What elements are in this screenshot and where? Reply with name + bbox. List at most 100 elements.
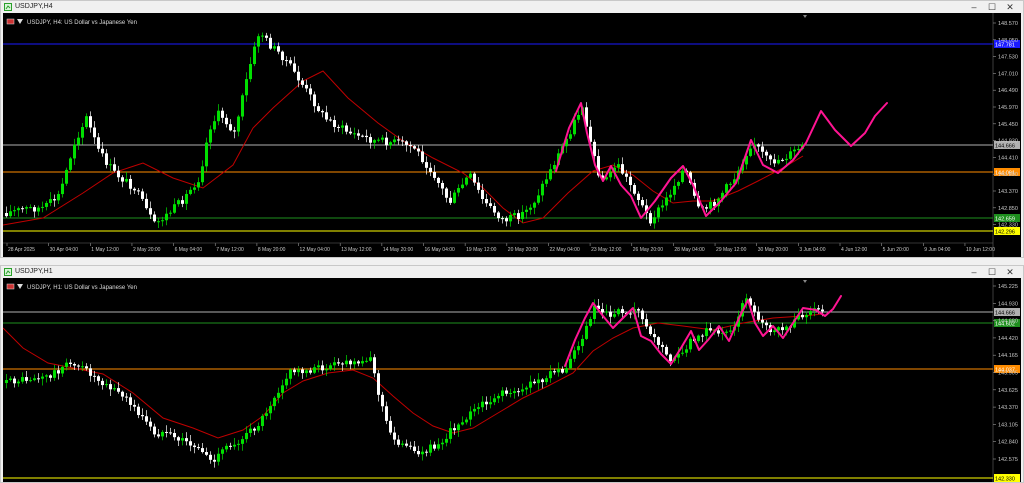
- candle-body: [293, 369, 296, 373]
- candle-body: [433, 444, 436, 449]
- candle-body: [237, 443, 240, 445]
- minimize-button[interactable]: –: [965, 1, 983, 13]
- candle-body: [669, 354, 672, 361]
- candle-body: [705, 207, 708, 209]
- candle-body: [461, 184, 464, 189]
- candle-body: [309, 370, 312, 373]
- window-title: USDJPY,H4: [15, 3, 53, 10]
- candle-body: [589, 319, 592, 326]
- candle-body: [369, 357, 372, 361]
- candle-body: [585, 325, 588, 339]
- price-tick-label: 144.410: [998, 155, 1018, 161]
- candle-body: [409, 445, 412, 447]
- price-tick-label: 145.450: [998, 122, 1018, 128]
- price-chart-h1[interactable]: USDJPY, H1: US Dollar vs Japanese Yen 144…: [3, 278, 1021, 482]
- candle-body: [313, 367, 316, 373]
- candle-body: [37, 378, 40, 380]
- candle-body: [61, 366, 64, 374]
- chart-canvas[interactable]: USDJPY, H1: US Dollar vs Japanese Yen 144…: [3, 278, 1021, 482]
- candle-body: [637, 309, 640, 311]
- candle-body: [245, 79, 248, 96]
- candle-body: [141, 191, 144, 199]
- candle-body: [53, 370, 56, 378]
- candle-body: [353, 361, 356, 365]
- candle-body: [333, 362, 336, 366]
- candle-body: [257, 426, 260, 431]
- candle-body: [57, 370, 60, 374]
- candle-body: [265, 35, 268, 38]
- chart-window-h4[interactable]: USDJPY,H4 – ☐ ✕ USDJPY, H4: US Dollar vs J…: [0, 0, 1024, 258]
- candle-body: [617, 309, 620, 315]
- candle-body: [173, 433, 176, 438]
- candle-body: [289, 369, 292, 379]
- candle-body: [657, 207, 660, 218]
- maximize-button[interactable]: ☐: [983, 1, 1001, 13]
- chart-header-text: USDJPY, H4: US Dollar vs Japanese Yen: [27, 20, 137, 26]
- candle-body: [329, 119, 332, 121]
- candle-body: [469, 173, 472, 178]
- candle-body: [381, 394, 384, 407]
- candle-body: [129, 178, 132, 189]
- price-tick-label: 143.890: [998, 172, 1018, 178]
- candle-body: [629, 176, 632, 186]
- close-button[interactable]: ✕: [1001, 1, 1019, 13]
- maximize-button[interactable]: ☐: [983, 266, 1001, 278]
- chart-canvas[interactable]: USDJPY, H4: US Dollar vs Japanese Yen 147…: [3, 13, 1021, 257]
- window-titlebar[interactable]: USDJPY,H4 – ☐ ✕: [1, 1, 1023, 13]
- candle-body: [177, 437, 180, 441]
- window-titlebar[interactable]: USDJPY,H1 – ☐ ✕: [1, 266, 1023, 278]
- candle-body: [453, 428, 456, 431]
- candle-body: [217, 110, 220, 122]
- price-tick-label: 144.420: [998, 336, 1018, 342]
- time-tick-label: 1 May 12:00: [91, 247, 119, 253]
- price-level-label: 142.659: [995, 217, 1015, 223]
- candle-body: [513, 391, 516, 394]
- candle-body: [93, 375, 96, 377]
- price-tick-label: 144.165: [998, 353, 1018, 359]
- candle-body: [329, 365, 332, 370]
- candle-body: [253, 428, 256, 431]
- candle-body: [141, 415, 144, 417]
- time-tick-label: 20 May 20:00: [508, 247, 539, 253]
- candle-body: [401, 443, 404, 445]
- candle-body: [473, 173, 476, 183]
- candle-body: [285, 60, 288, 62]
- candle-body: [77, 365, 80, 367]
- chart-window-h1[interactable]: USDJPY,H1 – ☐ ✕ USDJPY, H1: US Dollar vs J…: [0, 265, 1024, 483]
- candle-body: [321, 365, 324, 371]
- candle-body: [69, 158, 72, 170]
- candle-body: [149, 421, 152, 427]
- candle-body: [29, 207, 32, 209]
- flag-icon: [6, 283, 15, 290]
- candle-body: [429, 444, 432, 453]
- candle-body: [185, 193, 188, 204]
- candle-body: [305, 84, 308, 89]
- candle-body: [45, 375, 48, 377]
- candle-body: [777, 159, 780, 164]
- candle-body: [25, 207, 28, 209]
- time-tick-label: 5 Jun 20:00: [883, 247, 909, 253]
- minimize-button[interactable]: –: [965, 266, 983, 278]
- price-chart-h4[interactable]: USDJPY, H4: US Dollar vs Japanese Yen 147…: [3, 13, 1021, 257]
- candle-body: [145, 198, 148, 209]
- price-tick-label: 143.105: [998, 422, 1018, 428]
- candle-body: [133, 188, 136, 191]
- close-button[interactable]: ✕: [1001, 266, 1019, 278]
- candle-body: [689, 338, 692, 350]
- price-tick-label: 143.370: [998, 189, 1018, 195]
- candle-body: [649, 326, 652, 335]
- price-tick-label: 142.840: [998, 440, 1018, 446]
- candle-body: [765, 322, 768, 326]
- candle-body: [669, 194, 672, 198]
- price-tick-label: 144.930: [998, 139, 1018, 145]
- price-level-label: 142.296: [995, 230, 1015, 236]
- candle-body: [69, 362, 72, 364]
- price-tick-label: 147.010: [998, 71, 1018, 77]
- candle-body: [709, 201, 712, 209]
- candle-body: [789, 151, 792, 159]
- candle-body: [281, 51, 284, 61]
- candle-body: [9, 211, 12, 217]
- candle-body: [229, 124, 232, 131]
- candle-body: [189, 441, 192, 446]
- candle-body: [461, 422, 464, 425]
